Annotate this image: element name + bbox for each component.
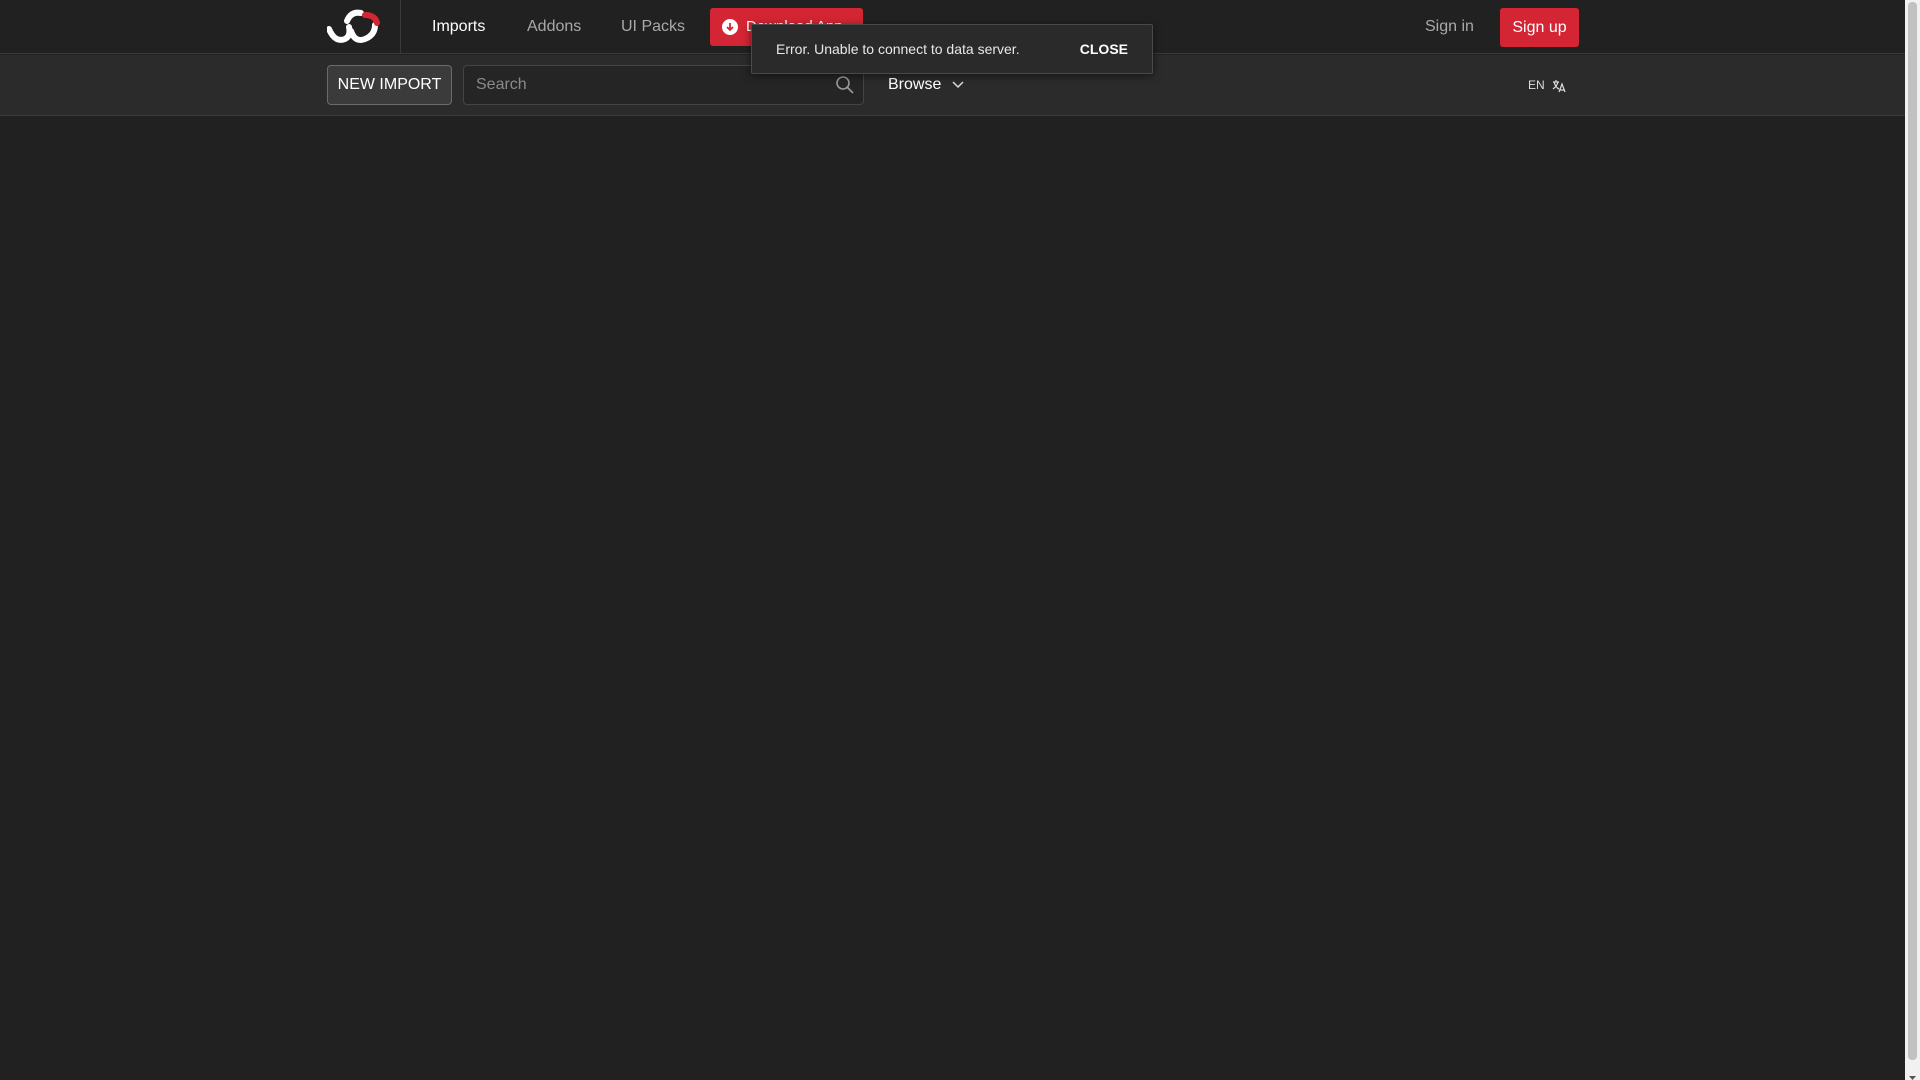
language-label: EN (1528, 78, 1545, 92)
page: Imports Addons UI Packs Download App Sig… (0, 0, 1920, 1080)
download-icon (722, 19, 738, 35)
nav-ui-packs[interactable]: UI Packs (621, 0, 685, 54)
nav-imports[interactable]: Imports (432, 0, 485, 54)
search-icon[interactable] (835, 75, 855, 95)
browse-label: Browse (888, 76, 942, 94)
scrollbar[interactable] (1905, 0, 1920, 1080)
sign-in-link[interactable]: Sign in (1425, 0, 1474, 54)
nav-addons[interactable]: Addons (527, 0, 581, 54)
scrollbar-thumb[interactable] (1908, 2, 1917, 1060)
new-import-button[interactable]: NEW IMPORT (327, 65, 452, 105)
nav-divider (400, 0, 401, 54)
sign-up-button[interactable]: Sign up (1500, 8, 1579, 47)
error-message: Error. Unable to connect to data server. (776, 41, 1020, 57)
scroll-down-arrow-icon[interactable] (1908, 1069, 1917, 1080)
translate-icon (1548, 78, 1566, 93)
error-toast: Error. Unable to connect to data server.… (751, 24, 1153, 74)
language-selector[interactable]: EN (1528, 73, 1566, 97)
brand-logo-icon[interactable] (326, 9, 383, 45)
toast-close-button[interactable]: CLOSE (1080, 25, 1128, 73)
